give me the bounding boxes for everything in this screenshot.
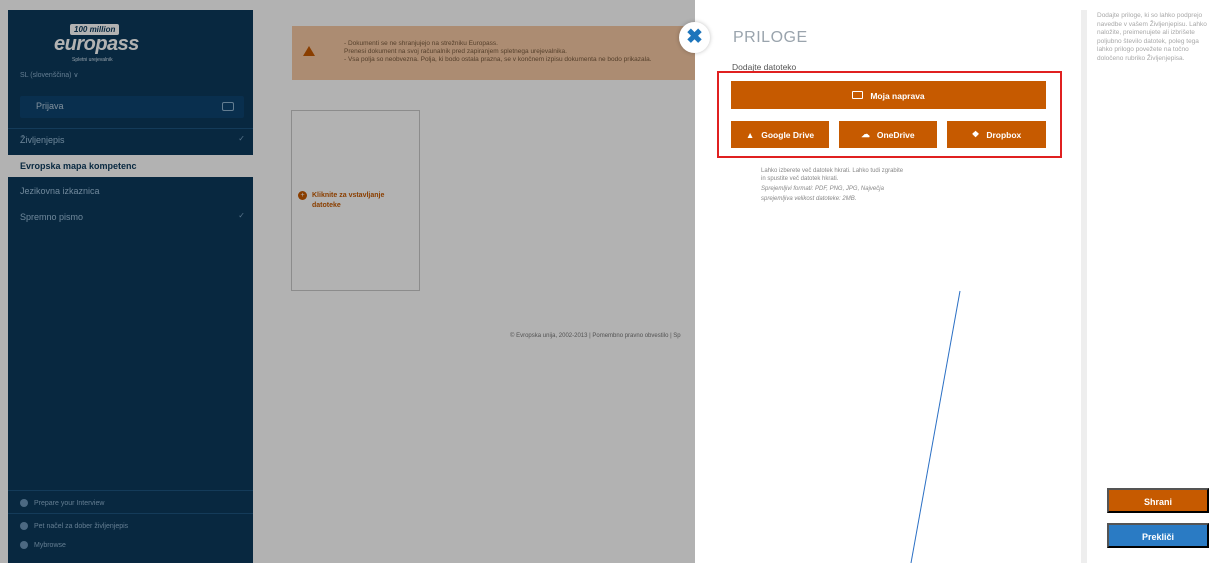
annotation-line xyxy=(910,290,961,563)
cancel-button[interactable]: Prekliči xyxy=(1107,523,1209,548)
attachments-help: Dodajte priloge, ki so lahko podprejo na… xyxy=(1097,12,1207,62)
column-separator xyxy=(1081,10,1087,563)
annotation-stroke xyxy=(910,290,961,563)
save-button[interactable]: Shrani xyxy=(1107,488,1209,513)
